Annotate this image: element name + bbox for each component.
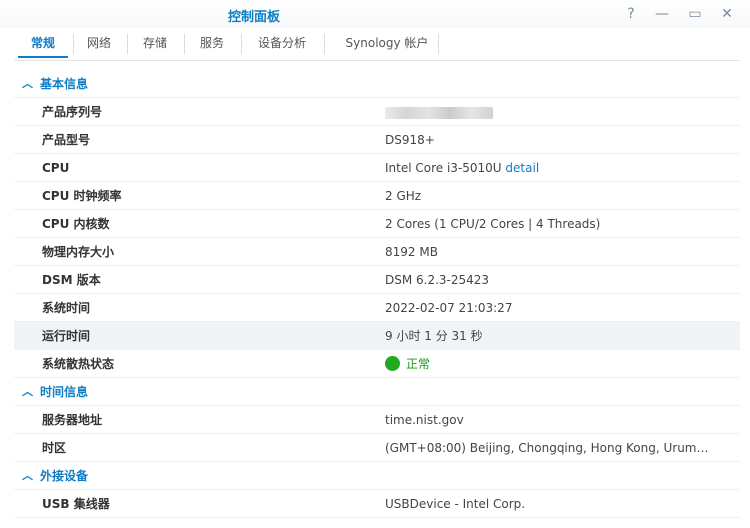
tab-services[interactable]: 服务 <box>189 28 235 58</box>
cpu-detail-link[interactable]: detail <box>505 161 539 175</box>
section-time-info-header[interactable]: ︿ 时间信息 <box>14 378 740 406</box>
cpu-name: Intel Core i3-5010U <box>385 161 502 175</box>
info-row-thermal-status: 系统散热状态 正常 <box>14 350 740 378</box>
row-value: USBDevice - Intel Corp. <box>385 497 526 511</box>
tab-general[interactable]: 常规 <box>18 28 68 58</box>
section-basic-info-header[interactable]: ︿ 基本信息 <box>14 70 740 98</box>
row-value: DS918+ <box>385 133 435 147</box>
row-value: 9 小时 1 分 31 秒 <box>385 329 483 343</box>
thermal-status-text: 正常 <box>406 357 431 371</box>
row-label: 运行时间 <box>42 329 91 343</box>
tab-divider <box>14 60 740 61</box>
tab-separator <box>127 34 128 54</box>
info-content: ︿ 基本信息 产品序列号 产品型号 DS918+ CPU Intel Core … <box>14 70 740 518</box>
row-value <box>385 98 493 126</box>
row-label: 产品序列号 <box>42 105 103 119</box>
row-label: 产品型号 <box>42 133 91 147</box>
row-label: 时区 <box>42 441 67 455</box>
info-row-cpu-cores: CPU 内核数 2 Cores (1 CPU/2 Cores | 4 Threa… <box>14 210 740 238</box>
info-row-system-time: 系统时间 2022-02-07 21:03:27 <box>14 294 740 322</box>
row-label: 服务器地址 <box>42 413 103 427</box>
info-row-model: 产品型号 DS918+ <box>14 126 740 154</box>
help-button[interactable]: ? <box>620 4 642 24</box>
row-value: 2 Cores (1 CPU/2 Cores | 4 Threads) <box>385 217 601 231</box>
minimize-button[interactable]: — <box>651 4 673 24</box>
tab-synology-account[interactable]: Synology 帐户 <box>334 28 440 58</box>
row-label: USB 集线器 <box>42 497 110 511</box>
row-label: 系统散热状态 <box>42 357 115 371</box>
tab-separator <box>324 34 325 54</box>
section-title: 时间信息 <box>40 385 89 399</box>
row-value: (GMT+08:00) Beijing, Chongqing, Hong Kon… <box>385 441 709 455</box>
row-value: DSM 6.2.3-25423 <box>385 273 490 287</box>
row-value: 8192 MB <box>385 245 438 259</box>
tab-separator <box>438 34 439 54</box>
info-row-uptime: 运行时间 9 小时 1 分 31 秒 <box>14 322 740 350</box>
tab-network[interactable]: 网络 <box>76 28 122 58</box>
row-value: 2022-02-07 21:03:27 <box>385 301 513 315</box>
maximize-button[interactable]: ▭ <box>684 4 706 24</box>
tab-separator <box>73 34 74 54</box>
row-label: CPU 时钟频率 <box>42 189 122 203</box>
section-title: 外接设备 <box>40 469 89 483</box>
chevron-up-icon: ︿ <box>22 385 33 398</box>
tab-storage[interactable]: 存储 <box>132 28 178 58</box>
info-row-cpu-clock: CPU 时钟频率 2 GHz <box>14 182 740 210</box>
status-ok-icon <box>385 356 400 371</box>
row-label: 物理内存大小 <box>42 245 115 259</box>
info-row-memory: 物理内存大小 8192 MB <box>14 238 740 266</box>
tab-device-analytics[interactable]: 设备分析 <box>250 28 314 58</box>
row-value: 2 GHz <box>385 189 422 203</box>
info-row-dsm-version: DSM 版本 DSM 6.2.3-25423 <box>14 266 740 294</box>
row-value: 正常 <box>385 350 430 378</box>
chevron-up-icon: ︿ <box>22 77 33 90</box>
info-row-usb-hub: USB 集线器 USBDevice - Intel Corp. <box>14 490 740 518</box>
section-title: 基本信息 <box>40 77 89 91</box>
info-row-ntp-server: 服务器地址 time.nist.gov <box>14 406 740 434</box>
row-value: time.nist.gov <box>385 413 464 427</box>
tab-separator <box>241 34 242 54</box>
tab-bar: 常规 网络 存储 服务 设备分析 Synology 帐户 <box>14 28 740 60</box>
row-label: DSM 版本 <box>42 273 101 287</box>
chevron-up-icon: ︿ <box>22 469 33 482</box>
info-row-timezone: 时区 (GMT+08:00) Beijing, Chongqing, Hong … <box>14 434 740 462</box>
section-external-devices-header[interactable]: ︿ 外接设备 <box>14 462 740 490</box>
row-label: 系统时间 <box>42 301 91 315</box>
info-row-serial: 产品序列号 <box>14 98 740 126</box>
row-label: CPU 内核数 <box>42 217 110 231</box>
row-value: Intel Core i3-5010U detail <box>385 154 539 182</box>
tab-separator <box>184 34 185 54</box>
window-title: 控制面板 <box>227 10 280 25</box>
redacted-serial <box>385 106 493 119</box>
close-button[interactable]: ✕ <box>716 4 738 24</box>
control-panel-window: 控制面板 ? — ▭ ✕ 常规 网络 存储 服务 设备分析 Synology 帐… <box>0 0 750 528</box>
row-label: CPU <box>42 161 70 175</box>
info-row-cpu: CPU Intel Core i3-5010U detail <box>14 154 740 182</box>
title-bar: 控制面板 ? — ▭ ✕ <box>0 0 750 28</box>
